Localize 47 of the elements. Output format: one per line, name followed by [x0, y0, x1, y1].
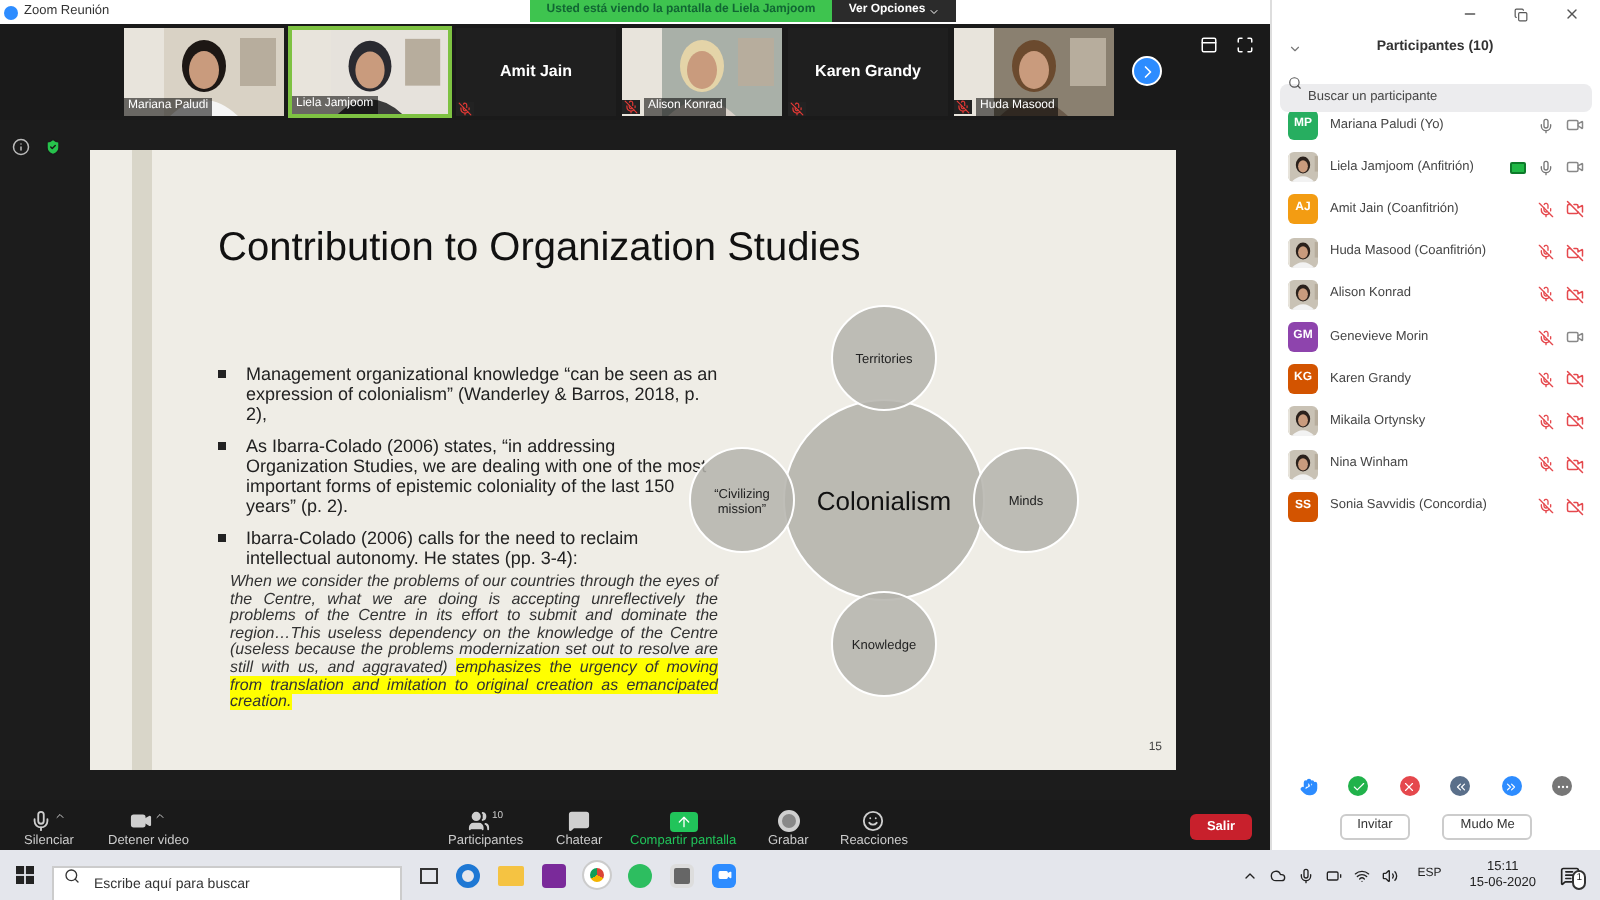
bullet-text: Management organizational knowledge “can be seen as an expression of colonialism” (Wanderley & Barros, 2018, p. 2), [246, 364, 718, 424]
browser-icon[interactable] [456, 863, 480, 887]
next-page-icon[interactable] [1132, 56, 1162, 86]
view-layout-icon[interactable] [1200, 36, 1218, 54]
fullscreen-icon[interactable] [1236, 36, 1254, 54]
caret-icon[interactable] [154, 810, 167, 822]
battery-icon[interactable] [1325, 867, 1342, 883]
yes-icon[interactable] [1348, 776, 1369, 796]
share-screen-icon [669, 812, 698, 832]
bullet-text: Ibarra-Colado (2006) calls for the need to reclaim intellectual autonomy. He states (pp. 3-4): [246, 528, 641, 568]
more-icon[interactable] [1552, 776, 1573, 796]
search-icon [1288, 75, 1302, 89]
bullet-icon [218, 442, 226, 450]
windows-logo-icon[interactable] [16, 866, 34, 884]
microphone-icon [30, 810, 53, 832]
close-icon[interactable] [1564, 6, 1580, 22]
collapse-icon[interactable] [1288, 41, 1302, 55]
record-icon [777, 810, 800, 832]
smiley-icon [862, 810, 885, 832]
camera-app-icon[interactable] [712, 863, 736, 887]
participant-name: Karen Grandy [815, 60, 921, 84]
shield-icon[interactable] [44, 138, 62, 156]
bullet-icon [218, 534, 226, 542]
raise-hand-icon[interactable] [1299, 777, 1318, 795]
faster-icon[interactable] [1501, 776, 1522, 796]
volume-icon[interactable] [1381, 867, 1398, 883]
slide-title: Contribution to Organization Studies [218, 224, 863, 272]
caret-icon [927, 5, 940, 17]
cloud-icon[interactable] [1269, 867, 1286, 883]
diagram-node: Colonialism [783, 399, 985, 601]
camera-icon [130, 810, 153, 832]
caret-icon[interactable] [54, 810, 67, 822]
zoom-logo-icon [4, 5, 18, 19]
bullet-icon [218, 370, 226, 378]
participant-name: Amit Jain [499, 60, 572, 84]
info-icon[interactable] [12, 138, 30, 156]
no-icon[interactable] [1399, 776, 1420, 796]
restore-icon[interactable] [1514, 7, 1528, 21]
wifi-icon[interactable] [1353, 867, 1370, 883]
block-quote: When we consider the problems of our countries through the eyes of the Centre, what we are doing is accepting unreflectively the problems of the Centre in its effort to submit and dominate the region…This useless dependency on the knowledge of the Centre (useless because the problems modernization set out to resolve are still with us, and aggravated) emphasizes the urgency of moving from translation and imitation to original creation as emancipated creation. [230, 574, 718, 712]
microphone-icon[interactable] [1297, 867, 1314, 883]
slower-icon[interactable] [1450, 776, 1471, 796]
people-icon [468, 810, 490, 832]
search-icon [64, 867, 80, 883]
chat-icon [568, 810, 591, 832]
task-view-icon[interactable] [420, 867, 438, 883]
notification-icon [1560, 865, 1580, 885]
